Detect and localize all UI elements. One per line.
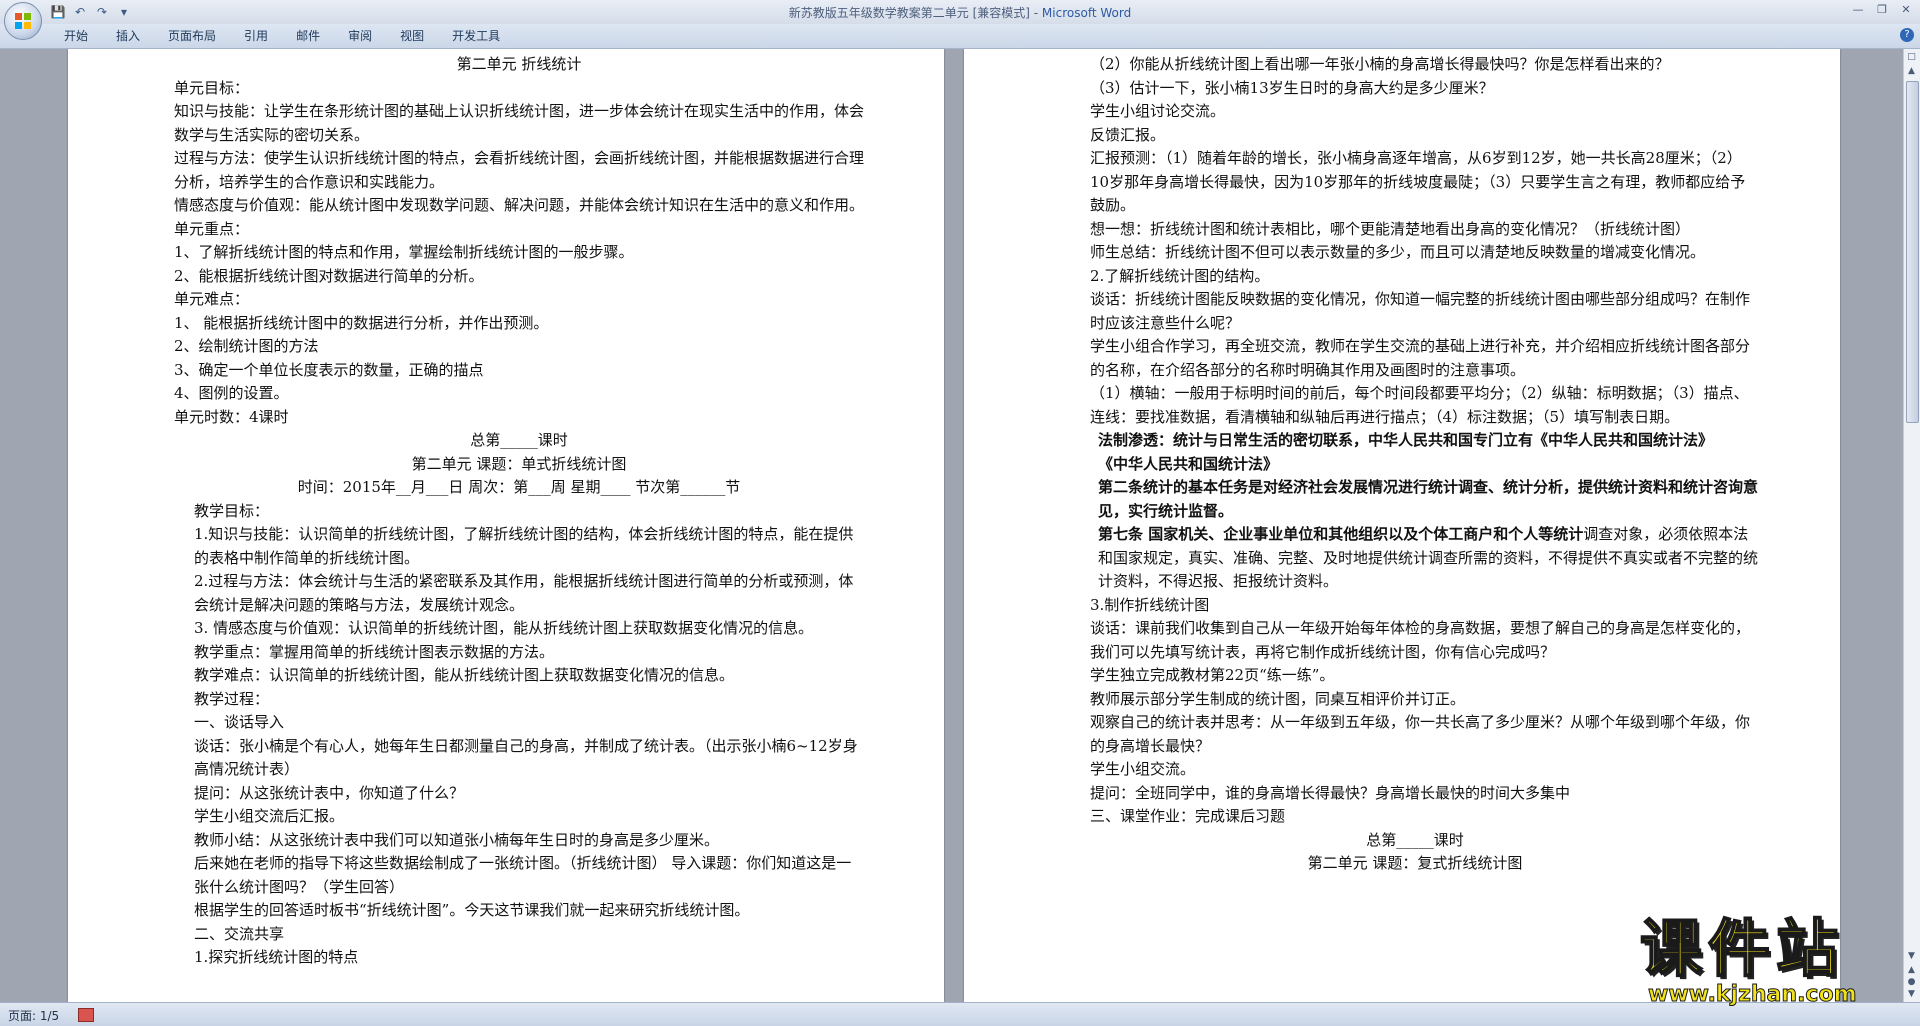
paragraph: 谈话：折线统计图能反映数据的变化情况，你知道一幅完整的折线统计图由哪些部分组成吗… — [1090, 290, 1751, 332]
paragraph: 根据学生的回答适时板书“折线统计图”。今天这节课我们就一起来研究折线统计图。 — [194, 901, 750, 919]
paragraph: 1.探究折线统计图的特点 — [194, 948, 359, 966]
tab-home[interactable]: 开始 — [50, 24, 102, 48]
paragraph: 知识与技能：让学生在条形统计图的基础上认识折线统计图，进一步体会统计在现实生活中… — [174, 102, 865, 144]
paragraph: 提问：从这张统计表中，你知道了什么？ — [194, 783, 465, 802]
paragraph: 教学目标： — [194, 501, 270, 520]
site-watermark-logo: 课件站 www.kjzhan.com — [1639, 912, 1880, 1008]
paragraph: 教学重点：掌握用简单的折线统计图表示数据的方法。 — [194, 642, 555, 661]
paragraph: 二、交流共享 — [194, 924, 285, 943]
paragraph: 一、谈话导入 — [194, 713, 285, 731]
paragraph: 1、了解折线统计图的特点和作用，掌握绘制折线统计图的一般步骤。 — [174, 243, 634, 261]
paragraph: 师生总结：折线统计图不但可以表示数量的多少，而且可以清楚地反映数量的增减变化情况… — [1090, 243, 1706, 261]
document-workspace: 第二单元 折线统计 单元目标： 知识与技能：让学生在条形统计图的基础上认识折线统计… — [0, 49, 1904, 1002]
left-page-text: 第二单元 折线统计 单元目标： 知识与技能：让学生在条形统计图的基础上认识折线统计… — [174, 53, 864, 970]
paragraph: 1、 能根据折线统计图中的数据进行分析，并作出预测。 — [174, 313, 549, 332]
paragraph: 提问：全班同学中，谁的身高增长得最快？身高增长最快的时间大多集中 — [1090, 783, 1571, 802]
close-icon[interactable]: ✕ — [1896, 2, 1916, 18]
ribbon-tabs: 开始 插入 页面布局 引用 邮件 审阅 视图 开发工具 — [50, 24, 514, 48]
paragraph: 后来她在老师的指导下将这些数据绘制成了一张统计图。（折线统计图） 导入课题：你们… — [194, 854, 852, 896]
paragraph: 《中华人民共和国统计法》 — [1098, 454, 1279, 473]
scroll-up-icon[interactable]: ▲ — [1906, 65, 1917, 77]
paragraph: 学生小组交流后汇报。 — [194, 807, 345, 825]
tab-mailings[interactable]: 邮件 — [282, 24, 334, 48]
bold-run: 第七条 国家机关、企业事业单位和其他组织以及个体工商户和个人等统计 — [1098, 525, 1584, 543]
paragraph: 2.过程与方法：体会统计与生活的紧密联系及其作用，能根据折线统计图进行简单的分析… — [194, 572, 854, 614]
paragraph: 观察自己的统计表并思考：从一年级到五年级，你一共长高了多少厘米？从哪个年级到哪个… — [1090, 713, 1751, 755]
tab-view[interactable]: 视图 — [386, 24, 438, 48]
paragraph: 2、绘制统计图的方法 — [174, 337, 319, 355]
scrollbar-thumb[interactable] — [1906, 81, 1919, 423]
paragraph: 教师小结：从这张统计表中我们可以知道张小楠每年生日时的身高是多少厘米。 — [194, 830, 720, 849]
paragraph: 3. 情感态度与价值观：认识简单的折线统计图，能从折线统计图上获取数据变化情况的… — [194, 619, 814, 637]
paragraph: 想一想：折线统计图和统计表相比，哪个更能清楚地看出身高的变化情况？（折线统计图） — [1090, 219, 1691, 238]
paragraph: 第二单元 课题：单式折线统计图 — [411, 454, 627, 473]
paragraph: 教师展示部分学生制成的统计图，同桌互相评价并订正。 — [1090, 689, 1466, 708]
document-title: 新苏教版五年级数学教案第二单元 [兼容模式] - — [788, 6, 1042, 20]
ruler-toggle-icon[interactable]: □ — [1906, 51, 1917, 63]
paragraph: 单元时数：4课时 — [174, 407, 289, 426]
paragraph: 第二条统计的基本任务是对经济社会发展情况进行统计调查、统计分析，提供统计资料和统… — [1098, 478, 1759, 520]
paragraph: 学生独立完成教材第22页“练一练”。 — [1090, 666, 1335, 684]
paragraph: 1.知识与技能：认识简单的折线统计图，了解折线统计图的结构，体会折线统计图的特点… — [194, 525, 854, 567]
paragraph: 三、课堂作业：完成课后习题 — [1090, 807, 1286, 825]
paragraph: 3、确定一个单位长度表示的数量，正确的描点 — [174, 360, 484, 379]
paragraph: 时间：2015年__月___日 周次：第___周 星期____ 节次第_____… — [297, 478, 741, 496]
paragraph: 谈话：课前我们收集到自己从一年级开始每年体检的身高数据，要想了解自己的身高是怎样… — [1090, 619, 1751, 661]
scroll-down-icon[interactable]: ▼ — [1906, 950, 1917, 962]
paragraph: 第二单元 课题：复式折线统计图 — [1307, 854, 1523, 872]
paragraph: 第二单元 折线统计 — [456, 55, 582, 73]
status-bar: 页面: 1/5 — [0, 1002, 1920, 1026]
window-title: 新苏教版五年级数学教案第二单元 [兼容模式] - Microsoft Word — [0, 4, 1920, 21]
paragraph: （1）横轴：一般用于标明时间的前后，每个时间段都要平均分；（2）纵轴：标明数据；… — [1090, 384, 1749, 426]
paragraph: 学生小组讨论交流。 — [1090, 102, 1226, 120]
paragraph: 学生小组合作学习，再全班交流，教师在学生交流的基础上进行补充，并介绍相应折线统计… — [1090, 337, 1751, 379]
tab-insert[interactable]: 插入 — [102, 24, 154, 48]
document-page-right[interactable]: （2）你能从折线统计图上看出哪一年张小楠的身高增长得最快吗？你是怎样看出来的？ （… — [964, 49, 1840, 1002]
paragraph: （3）估计一下，张小楠13岁生日时的身高大约是多少厘米？ — [1090, 78, 1494, 97]
paragraph: 第七条 国家机关、企业事业单位和其他组织以及个体工商户和个人等统计调查对象，必须… — [1098, 525, 1759, 590]
paragraph: 法制渗透：统计与日常生活的密切联系，中华人民共和国专门立有《中华人民共和国统计法… — [1098, 431, 1714, 449]
tab-page-layout[interactable]: 页面布局 — [154, 24, 230, 48]
paragraph: 单元目标： — [174, 78, 250, 97]
next-page-icon[interactable]: ▼ — [1906, 988, 1917, 1000]
paragraph: 教学难点：认识简单的折线统计图，能从折线统计图上获取数据变化情况的信息。 — [194, 666, 735, 684]
tab-references[interactable]: 引用 — [230, 24, 282, 48]
paragraph: 反馈汇报。 — [1090, 125, 1166, 144]
paragraph: 过程与方法：使学生认识折线统计图的特点，会看折线统计图，会画折线统计图，并能根据… — [174, 149, 865, 191]
document-page-left[interactable]: 第二单元 折线统计 单元目标： 知识与技能：让学生在条形统计图的基础上认识折线统计… — [68, 49, 944, 1002]
browse-object-icon[interactable]: ● — [1906, 976, 1917, 988]
restore-icon[interactable]: ❐ — [1872, 2, 1892, 18]
paragraph: 单元难点： — [174, 290, 250, 308]
vertical-scrollbar[interactable]: □ ▲ ▼ ▲ ● ▼ — [1903, 49, 1920, 1002]
paragraph: 3.制作折线统计图 — [1090, 595, 1210, 614]
macro-recording-icon[interactable] — [78, 1008, 94, 1022]
paragraph: （2）你能从折线统计图上看出哪一年张小楠的身高增长得最快吗？你是怎样看出来的？ — [1090, 55, 1670, 73]
paragraph: 2、能根据折线统计图对数据进行简单的分析。 — [174, 266, 484, 285]
paragraph: 学生小组交流。 — [1090, 760, 1196, 778]
paragraph: 汇报预测：（1）随着年龄的增长，张小楠身高逐年增高，从6岁到12岁，她一共长高2… — [1090, 149, 1746, 214]
app-name: Microsoft Word — [1041, 6, 1132, 20]
paragraph: 总第_____课时 — [470, 431, 568, 449]
tab-developer[interactable]: 开发工具 — [438, 24, 514, 48]
paragraph: 情感态度与价值观：能从统计图中发现数学问题、解决问题，并能体会统计知识在生活中的… — [174, 196, 865, 214]
tab-review[interactable]: 审阅 — [334, 24, 386, 48]
previous-page-icon[interactable]: ▲ — [1906, 964, 1917, 976]
paragraph: 2.了解折线统计图的结构。 — [1090, 266, 1270, 285]
title-bar: 💾 ↶ ↷ ▾ 新苏教版五年级数学教案第二单元 [兼容模式] - Microso… — [0, 0, 1920, 40]
ribbon-tab-bar: 开始 插入 页面布局 引用 邮件 审阅 视图 开发工具 ? — [0, 24, 1920, 49]
paragraph: 谈话：张小楠是个有心人，她每年生日都测量自己的身高，并制成了统计表。（出示张小楠… — [194, 736, 858, 779]
watermark-url: www.kjzhan.com — [1648, 982, 1858, 1008]
right-page-text: （2）你能从折线统计图上看出哪一年张小楠的身高增长得最快吗？你是怎样看出来的？ （… — [1070, 53, 1760, 876]
page-indicator[interactable]: 页面: 1/5 — [8, 1007, 59, 1024]
paragraph: 总第_____课时 — [1366, 830, 1464, 849]
paragraph: 4、图例的设置。 — [174, 384, 289, 402]
watermark-title: 课件站 — [1639, 912, 1845, 985]
help-icon[interactable]: ? — [1900, 28, 1914, 42]
window-controls: — ❐ ✕ — [1848, 2, 1916, 18]
paragraph: 单元重点： — [174, 219, 250, 238]
paragraph: 教学过程： — [194, 689, 270, 708]
minimize-icon[interactable]: — — [1848, 2, 1868, 18]
office-button[interactable] — [4, 2, 42, 40]
office-logo-icon — [15, 13, 31, 29]
